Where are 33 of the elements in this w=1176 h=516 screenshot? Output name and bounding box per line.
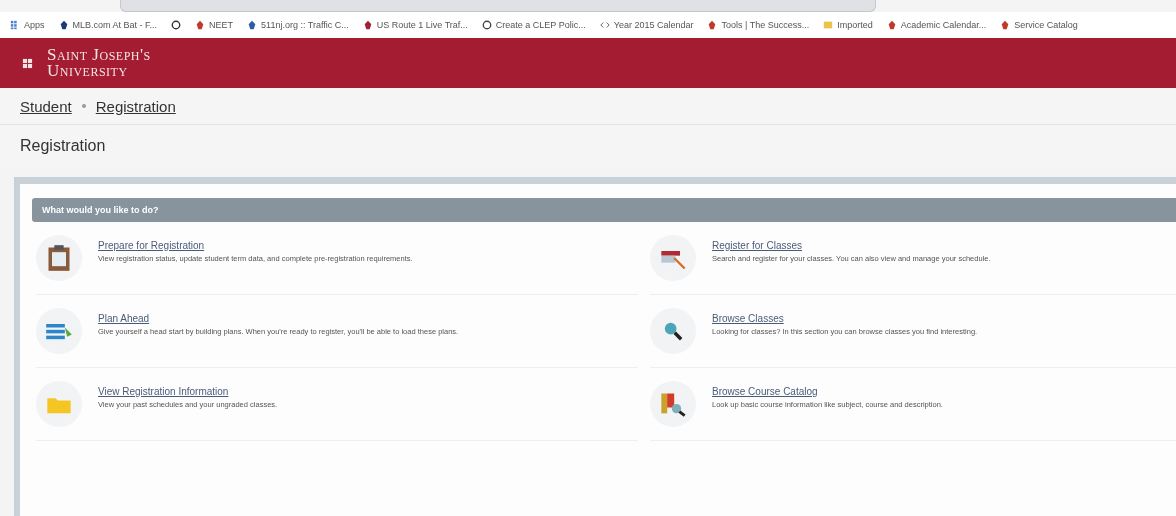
bookmark[interactable]: Year 2015 Calendar	[599, 20, 694, 30]
bookmark[interactable]: Tools | The Success...	[707, 20, 810, 30]
site-icon	[707, 20, 718, 30]
bookmark[interactable]: 511nj.org :: Traffic C...	[247, 20, 349, 30]
bookmark[interactable]: Imported	[823, 20, 873, 30]
site-icon	[195, 20, 206, 30]
site-icon	[58, 20, 69, 30]
action-link[interactable]: Register for Classes	[712, 239, 803, 251]
action-link[interactable]: View Registration Information	[98, 385, 229, 397]
site-icon	[362, 20, 373, 30]
site-icon	[247, 20, 258, 30]
breadcrumb-separator	[81, 104, 86, 108]
action-link[interactable]: Plan Ahead	[98, 312, 150, 324]
bookmark[interactable]: NEET	[195, 20, 234, 30]
site-icon	[886, 20, 897, 30]
action-link[interactable]: Browse Classes	[712, 312, 784, 324]
breadcrumb-link[interactable]: Student	[20, 97, 72, 115]
action-link[interactable]: Browse Course Catalog	[712, 385, 818, 397]
site-icon	[1000, 20, 1011, 30]
bookmark[interactable]: MLB.com At Bat - F...	[58, 20, 158, 30]
university-logo[interactable]: Saint Joseph's University	[47, 47, 151, 79]
bookmark[interactable]: Create a CLEP Polic...	[481, 20, 586, 30]
panel-heading: What would you like to do?	[32, 198, 1176, 222]
bookmark[interactable]: Academic Calendar...	[886, 20, 987, 30]
bookmark[interactable]: Service Catalog	[1000, 20, 1078, 30]
breadcrumb-link[interactable]: Registration	[95, 97, 176, 115]
menu-icon[interactable]	[22, 57, 33, 69]
folder-icon	[823, 20, 834, 30]
bookmark[interactable]: Apps	[10, 20, 45, 30]
action-link[interactable]: Prepare for Registration	[98, 239, 205, 251]
bookmark[interactable]: US Route 1 Live Traf...	[362, 20, 468, 30]
grid-icon	[10, 20, 20, 30]
code-icon	[599, 20, 610, 30]
